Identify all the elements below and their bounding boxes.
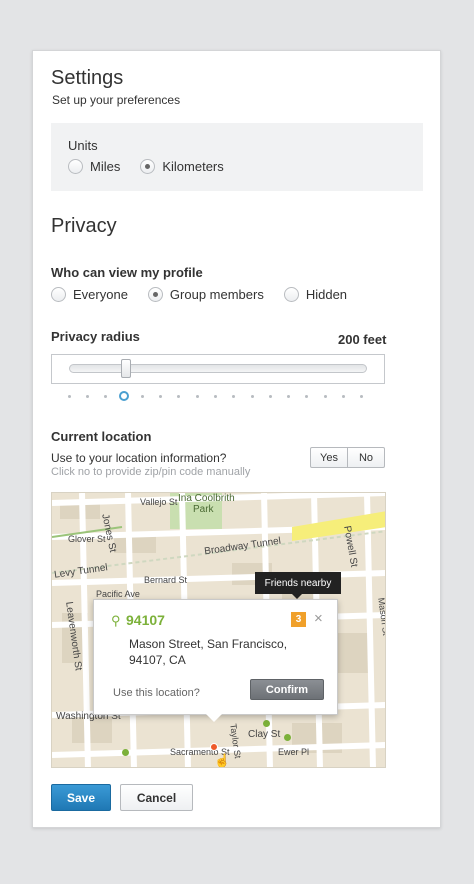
map-label-clay-st: Clay St (248, 729, 281, 740)
map-label-ewer-pl: Ewer Pl (278, 747, 310, 757)
radius-step-dot[interactable] (213, 394, 217, 398)
no-button[interactable]: No (347, 448, 384, 467)
slider-thumb[interactable] (121, 359, 131, 378)
radius-step-dot[interactable] (159, 394, 162, 398)
kilometers-label: Kilometers (162, 159, 224, 174)
hidden-label: Hidden (305, 287, 348, 302)
radius-step-dot[interactable] (232, 394, 236, 398)
confirm-location-button[interactable]: Confirm (250, 679, 324, 700)
location-hint: Click no to provide zip/pin code manuall… (51, 466, 251, 478)
miles-label: Miles (90, 159, 121, 174)
location-map[interactable]: Ina Coolbrith Park Jones St Vallejo St G… (51, 492, 386, 768)
radius-step-dot[interactable] (305, 394, 309, 398)
my-location-pin[interactable] (210, 743, 218, 751)
miles-radio[interactable] (68, 159, 83, 174)
radius-step-dot[interactable] (177, 394, 181, 398)
radius-step-dot[interactable] (323, 394, 327, 398)
location-yes-no-toggle: Yes No (310, 447, 385, 468)
radius-step-dot[interactable] (85, 394, 89, 398)
group-members-radio[interactable] (147, 287, 163, 302)
radius-step-dot[interactable] (268, 394, 272, 398)
popup-question: Use this location? (113, 687, 200, 699)
popup-zip-code: 94107 (126, 612, 165, 628)
privacy-radius-label: Privacy radius (51, 329, 140, 344)
map-label-bernard-st: Bernard St (144, 575, 188, 585)
radius-step-dot-active[interactable] (118, 391, 129, 401)
everyone-label: Everyone (73, 287, 128, 302)
map-label-park: Park (193, 504, 214, 515)
page-subtitle: Set up your preferences (52, 93, 181, 107)
units-label: Units (68, 138, 98, 153)
units-section: Units Miles Kilometers (51, 123, 423, 191)
hand-cursor-icon: ☝ (214, 753, 231, 768)
units-options: Miles Kilometers (68, 159, 244, 174)
radius-step-dot[interactable] (342, 394, 345, 398)
current-location-label: Current location (51, 429, 152, 444)
units-option-kilometers[interactable]: Kilometers (140, 159, 224, 174)
profile-visibility-label: Who can view my profile (51, 265, 203, 280)
kilometers-radio[interactable] (140, 159, 156, 174)
friend-pin-2[interactable] (263, 720, 270, 727)
visibility-option-group-members[interactable]: Group members (147, 287, 264, 302)
profile-visibility-options: Everyone Group members Hidden (51, 287, 367, 302)
location-popup: ⚲ 94107 3 × Mason Street, San Francisco,… (93, 599, 338, 722)
popup-address-line1: Mason Street, San Francisco, (129, 637, 288, 651)
friend-pin-1[interactable] (284, 734, 291, 741)
map-label-vallejo-st: Vallejo St (140, 497, 178, 507)
friends-nearby-tooltip: Friends nearby (255, 572, 341, 599)
map-label-ina-coolbrith: Ina Coolbrith (178, 493, 235, 504)
slider-track[interactable] (69, 364, 367, 373)
map-label-glover-st: Glover St (68, 534, 106, 544)
settings-card: Settings Set up your preferences Units M… (32, 50, 441, 828)
popup-address-line2: 94107, CA (129, 653, 186, 667)
friends-count-badge: 3 (291, 612, 306, 627)
hidden-radio[interactable] (283, 287, 299, 302)
map-label-pacific-ave: Pacific Ave (96, 589, 140, 599)
radius-step-dot[interactable] (250, 394, 254, 398)
privacy-radius-value: 200 feet (338, 332, 387, 347)
units-option-miles[interactable]: Miles (68, 159, 120, 174)
visibility-option-hidden[interactable]: Hidden (283, 287, 348, 302)
yes-button[interactable]: Yes (311, 448, 347, 467)
radius-step-dot[interactable] (67, 394, 71, 398)
friend-pin-3[interactable] (122, 749, 129, 756)
cancel-button[interactable]: Cancel (120, 784, 193, 811)
visibility-option-everyone[interactable]: Everyone (51, 287, 128, 302)
privacy-title: Privacy (51, 215, 117, 237)
everyone-radio[interactable] (51, 287, 66, 302)
radius-step-dot[interactable] (287, 394, 291, 398)
location-question: Use to your location information? (51, 451, 227, 465)
privacy-radius-slider[interactable] (51, 354, 385, 384)
radius-step-dot[interactable] (104, 394, 108, 398)
popup-close-icon[interactable]: × (314, 610, 323, 627)
group-members-label: Group members (169, 287, 264, 302)
radius-step-dot[interactable] (140, 394, 144, 398)
page-title: Settings (51, 67, 124, 89)
radius-step-dot[interactable] (360, 394, 364, 398)
map-pin-icon: ⚲ (111, 613, 121, 628)
save-button[interactable]: Save (51, 784, 111, 811)
radius-step-dot[interactable] (195, 394, 199, 398)
